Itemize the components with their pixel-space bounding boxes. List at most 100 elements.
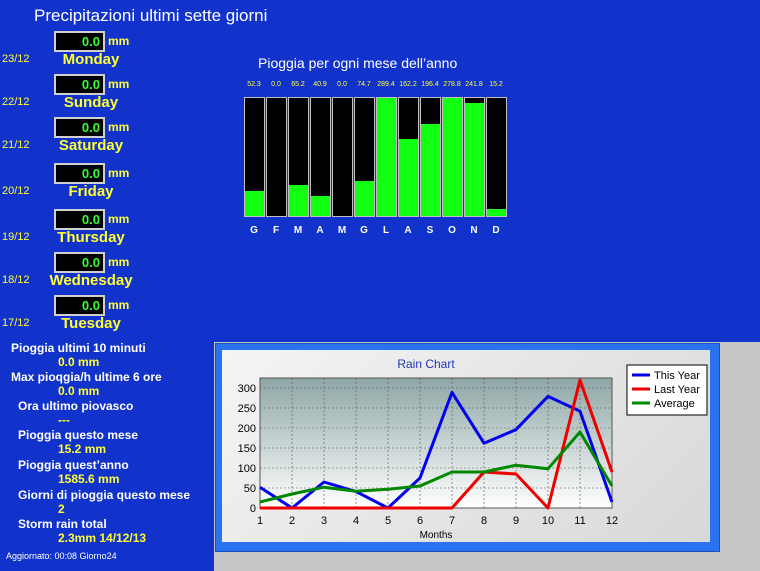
x-tick-label: 12 [606,515,618,527]
month-value-label: 162.2 [399,81,417,88]
month-value-label: 52.3 [247,81,261,88]
day-rain-unit: mm [108,212,130,226]
day-rain-display: 0.0 [54,163,105,184]
month-bar [442,97,463,217]
year-rain-label: Pioggia quest’anno [18,458,129,472]
month-bar-fill [465,103,484,216]
day-date: 21/12 [2,139,30,151]
month-bar [288,97,309,217]
day-name: Thursday [57,229,125,246]
monthly-chart-title: Pioggia per ogni mese dell’anno [258,55,458,71]
x-tick-label: 11 [574,515,585,527]
x-tick-label: 2 [289,515,295,527]
month-bar-fill [399,139,418,216]
day-name: Tuesday [61,315,121,332]
day-rain-display: 0.0 [54,209,105,230]
month-bar-fill [245,191,264,216]
chart-title: Rain Chart [397,357,455,371]
month-initial: M [293,225,303,236]
month-rain-label: Pioggia questo mese [18,428,139,442]
y-tick-label: 150 [238,443,256,455]
day-rain-display: 0.0 [54,117,105,138]
month-initial: G [250,225,258,236]
x-tick-label: 5 [385,515,391,527]
rain-days-label: Giorni di pioggia questo mese [18,488,191,502]
day-date: 17/12 [2,317,30,329]
x-tick-label: 1 [257,515,263,527]
day-date: 23/12 [2,53,30,65]
month-bar [376,97,397,217]
month-bar [398,97,419,217]
month-value-label: 15.2 [489,81,503,88]
x-tick-label: 4 [353,515,359,527]
rain-line-chart: 0501001502002503001 2 3 4 5 6 7 8 9 10 11 12Rain Ch… [238,357,708,541]
day-date: 18/12 [2,274,30,286]
month-bar-fill [443,98,462,216]
month-initial: M [337,225,347,236]
month-initial: L [382,225,390,236]
x-tick-label: 6 [417,515,423,527]
day-name: Wednesday [49,272,133,289]
month-initial: N [470,225,478,236]
page-title: Precipitazioni ultimi sette giorni [34,6,268,25]
day-name: Monday [62,51,120,68]
month-initial: D [492,225,500,236]
rain-10min-label: Pioggia ultimi 10 minuti [11,341,146,355]
storm-rain-label: Storm rain total [18,517,107,531]
legend-label: This Year [654,370,700,382]
day-date: 19/12 [2,231,30,243]
month-bar-fill [289,185,308,216]
day-name: Saturday [58,137,124,154]
day-rain-unit: mm [108,77,130,91]
month-value-label: 40.9 [313,81,327,88]
month-initial: O [448,225,456,236]
month-bar [310,97,331,217]
month-initial: S [426,225,434,236]
x-tick-label: 10 [542,515,554,527]
day-rain-display: 0.0 [54,74,105,95]
day-rain-unit: mm [108,298,130,312]
max-rate-label: Max pioqgia/h ultime 6 ore [11,370,162,384]
month-value-label: 0.0 [271,81,281,88]
x-tick-label: 3 [321,515,327,527]
day-rain-display: 0.0 [54,31,105,52]
month-bar-fill [377,98,396,216]
rain-10min-value: 0.0 mm [58,355,100,369]
month-initial: A [404,225,412,236]
max-rate-value: 0.0 mm [58,384,100,398]
day-rain-unit: mm [108,34,130,48]
month-bar-fill [487,209,506,216]
last-updated: Aggiornato: 00:08 Giorno24 [6,551,117,561]
month-bar [486,97,507,217]
month-bar [266,97,287,217]
month-bar [464,97,485,217]
month-bar-fill [311,196,330,216]
y-tick-label: 0 [250,503,256,515]
legend-label: Average [654,398,695,410]
month-value-label: 74.7 [357,81,371,88]
x-tick-label: 9 [513,515,519,527]
day-rain-unit: mm [108,120,130,134]
y-tick-label: 50 [244,483,256,495]
month-initial: G [360,225,368,236]
storm-rain-value: 2.3mm 14/12/13 [58,531,147,545]
last-rain-label: Ora ultimo piovasco [18,399,134,413]
month-initial: F [272,225,280,236]
month-value-label: 196.4 [421,81,439,88]
x-tick-label: 8 [481,515,487,527]
month-initial: A [316,225,324,236]
month-value-label: 0.0 [337,81,347,88]
day-rain-display: 0.0 [54,295,105,316]
day-rain-unit: mm [108,166,130,180]
day-name: Sunday [63,94,119,111]
month-value-label: 241.8 [465,81,483,88]
y-tick-label: 100 [238,463,256,475]
month-bar-fill [355,181,374,216]
day-rain-unit: mm [108,255,130,269]
day-rain-display: 0.0 [54,252,105,273]
month-bar [332,97,353,217]
day-name: Friday [68,183,114,200]
legend-label: Last Year [654,384,700,396]
y-tick-label: 300 [238,383,256,395]
month-bar [354,97,375,217]
